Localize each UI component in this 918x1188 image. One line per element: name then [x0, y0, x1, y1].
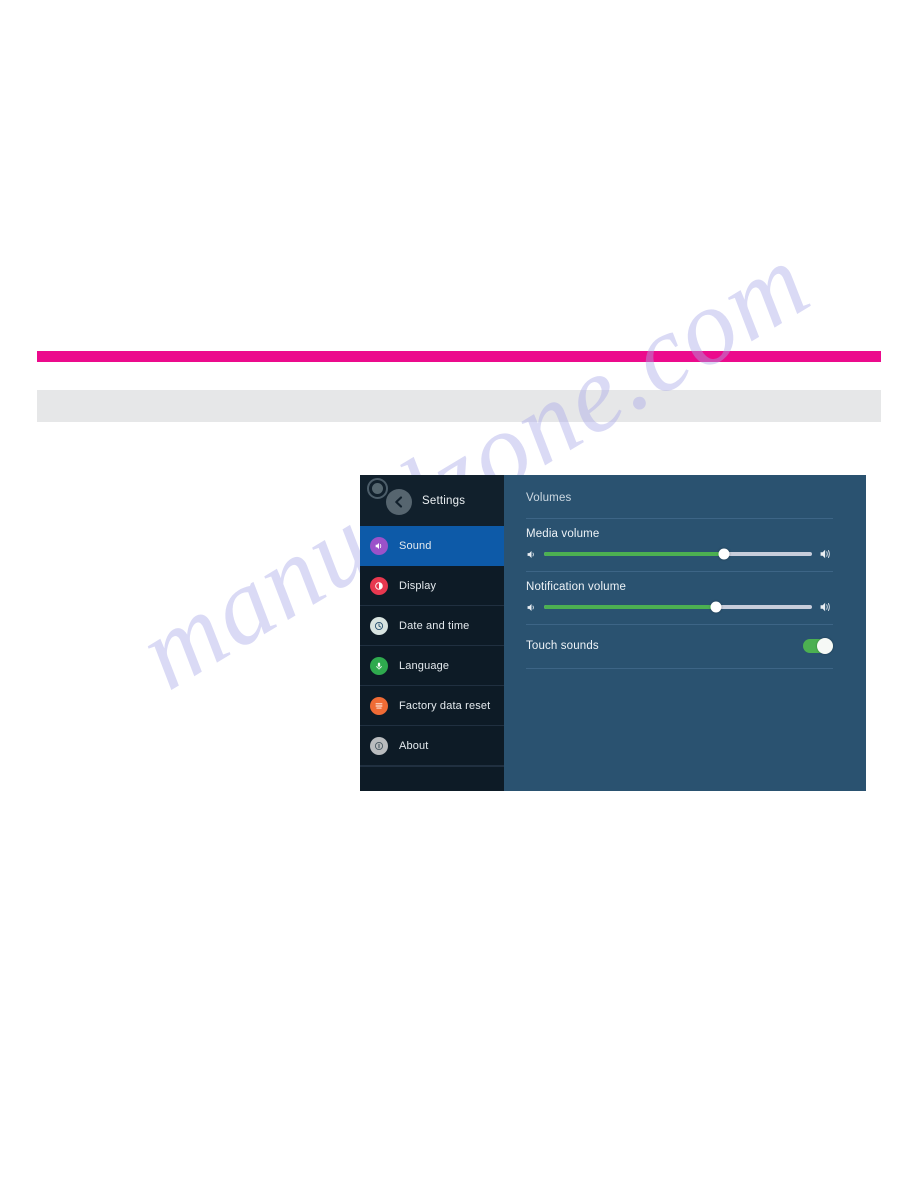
- notification-volume-fill: [544, 605, 716, 609]
- divider: [526, 518, 833, 519]
- microphone-icon: [370, 656, 388, 675]
- brightness-icon: [370, 576, 388, 595]
- volume-low-icon: [527, 550, 534, 558]
- volume-high-icon: [820, 549, 830, 559]
- settings-sidebar: Settings Sound Display Date and time Lan…: [360, 475, 504, 791]
- speaker-icon: [370, 536, 388, 555]
- settings-title: Settings: [422, 494, 466, 507]
- concentric-circle-logo-icon: [367, 478, 388, 499]
- sidebar-item-language[interactable]: Language: [360, 646, 504, 686]
- media-volume-slider-row[interactable]: [526, 547, 833, 561]
- toggle-knob: [817, 638, 833, 654]
- document-page: manualzone.com Settings Sound Display Da…: [0, 0, 918, 1188]
- sidebar-item-date-and-time[interactable]: Date and time: [360, 606, 504, 646]
- device-screen: Settings Sound Display Date and time Lan…: [360, 475, 866, 791]
- sidebar-item-label: About: [399, 739, 429, 752]
- media-volume-thumb[interactable]: [718, 548, 730, 560]
- info-icon: [370, 736, 388, 755]
- sidebar-filler: [360, 766, 504, 791]
- back-button[interactable]: [386, 489, 412, 515]
- section-title-volumes: Volumes: [526, 492, 572, 504]
- touch-sounds-row[interactable]: Touch sounds: [526, 625, 833, 668]
- divider: [526, 571, 833, 572]
- accent-bar: [37, 351, 881, 362]
- section-header-bar: [37, 390, 881, 422]
- notification-volume-label: Notification volume: [526, 581, 627, 593]
- notification-volume-slider-row[interactable]: [526, 600, 833, 614]
- sidebar-item-label: Display: [399, 579, 437, 592]
- notification-volume-thumb[interactable]: [710, 601, 722, 613]
- sidebar-item-label: Date and time: [399, 619, 470, 632]
- media-volume-row: Media volume: [526, 519, 833, 571]
- reset-icon: [370, 696, 388, 715]
- sidebar-item-label: Factory data reset: [399, 699, 491, 712]
- media-volume-fill: [544, 552, 724, 556]
- settings-content: Volumes Media volume Notification volume…: [504, 475, 866, 791]
- sidebar-item-sound[interactable]: Sound: [360, 526, 504, 566]
- volume-high-icon: [820, 602, 830, 612]
- touch-sounds-label: Touch sounds: [526, 640, 599, 652]
- clock-icon: [370, 616, 388, 635]
- sidebar-header: Settings: [360, 475, 504, 526]
- divider: [526, 624, 833, 625]
- sidebar-list: Sound Display Date and time Language Fac…: [360, 526, 504, 791]
- touch-sounds-toggle[interactable]: [803, 638, 833, 654]
- media-volume-label: Media volume: [526, 528, 600, 540]
- sidebar-item-label: Sound: [399, 539, 432, 552]
- media-volume-track[interactable]: [544, 548, 812, 560]
- sidebar-item-label: Language: [399, 659, 450, 672]
- sidebar-item-about[interactable]: About: [360, 726, 504, 766]
- sidebar-item-factory-data-reset[interactable]: Factory data reset: [360, 686, 504, 726]
- chevron-left-icon: [395, 496, 403, 508]
- notification-volume-track[interactable]: [544, 601, 812, 613]
- notification-volume-row: Notification volume: [526, 572, 833, 624]
- sidebar-item-display[interactable]: Display: [360, 566, 504, 606]
- divider: [526, 668, 833, 669]
- volume-low-icon: [527, 603, 534, 611]
